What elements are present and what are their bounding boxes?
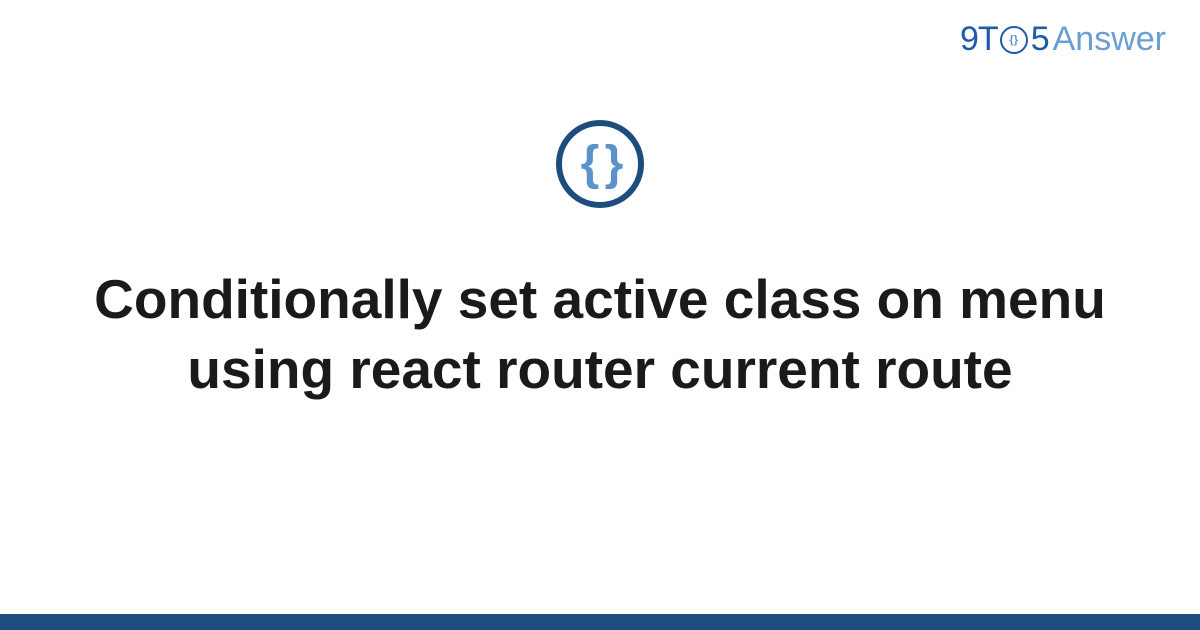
logo-text-9t: 9T <box>960 20 998 59</box>
logo-text-answer: Answer <box>1053 20 1166 59</box>
code-braces-icon: { } <box>581 140 620 188</box>
category-icon-circle: { } <box>556 120 644 208</box>
logo-o-circle: {} <box>1000 26 1028 54</box>
bottom-accent-bar <box>0 614 1200 630</box>
logo-o-inner-braces: {} <box>1009 34 1018 46</box>
logo-text-5: 5 <box>1031 20 1050 59</box>
main-content: { } Conditionally set active class on me… <box>0 120 1200 405</box>
question-title: Conditionally set active class on menu u… <box>90 264 1110 405</box>
site-logo: 9T {} 5 Answer <box>960 20 1166 59</box>
